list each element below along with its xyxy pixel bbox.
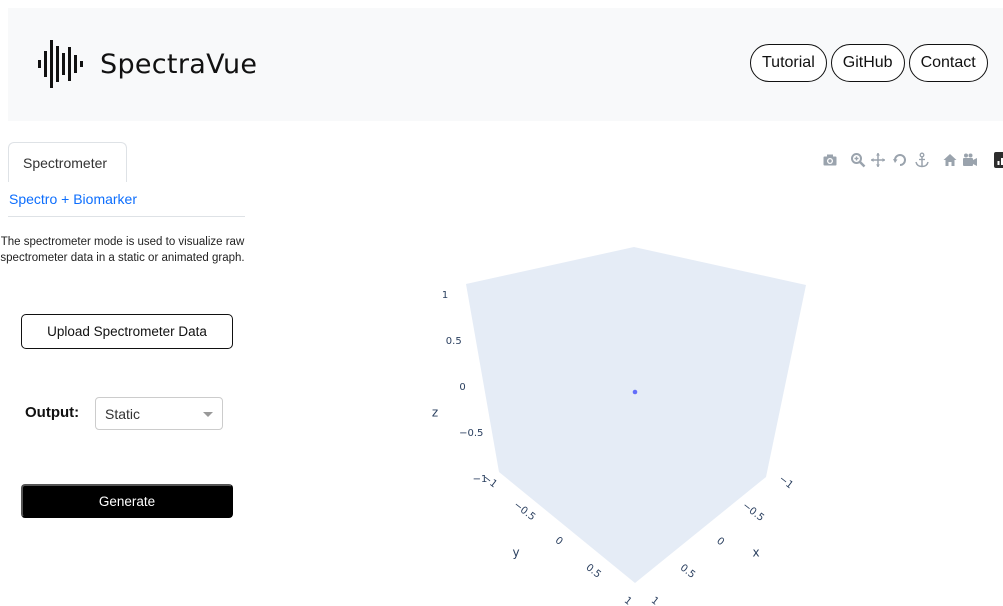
tab-divider <box>8 216 245 217</box>
spectro-3d-plot[interactable]: −1 −0.5 0 0.5 1 −1 −0.5 0 0.5 1 −1 −0.5 0 0.5 1 zyx <box>245 130 1003 606</box>
tab-spectro-biomarker[interactable]: Spectro + Biomarker <box>8 184 137 214</box>
navbar: SpectraVue Tutorial GitHub Contact <box>8 8 1003 121</box>
upload-data-button[interactable]: Upload Spectrometer Data <box>21 314 233 349</box>
contact-button[interactable]: Contact <box>908 44 988 82</box>
x-axis-title: x <box>752 546 759 560</box>
mode-description: The spectrometer mode is used to visuali… <box>0 236 245 264</box>
z-tick-label: −0.5 <box>459 428 483 439</box>
x-tick-label: 0 <box>714 536 726 549</box>
output-select[interactable]: Static <box>95 397 223 430</box>
github-button[interactable]: GitHub <box>830 44 905 82</box>
generate-button[interactable]: Generate <box>21 484 233 518</box>
brand[interactable]: SpectraVue <box>36 36 257 92</box>
z-tick-label: 0.5 <box>446 336 462 347</box>
scene-background <box>466 247 806 583</box>
y-tick-label: −0.5 <box>511 500 537 524</box>
z-tick-label: 1 <box>442 290 448 301</box>
y-tick-label: 0.5 <box>584 562 603 580</box>
output-label: Output: <box>25 404 80 421</box>
x-tick-label: 1 <box>649 595 661 606</box>
tab-spectrometer[interactable]: Spectrometer <box>8 142 127 182</box>
data-point[interactable] <box>632 389 638 395</box>
x-tick-label: −1 <box>776 474 794 492</box>
app-title: SpectraVue <box>100 48 258 80</box>
output-select-value: Static <box>105 405 141 422</box>
z-axis-title: z <box>432 406 438 420</box>
chart-svg[interactable]: −1−0.500.51−1−0.500.51−1−0.500.51 zy x <box>245 130 1003 606</box>
y-axis-title: y <box>512 546 519 560</box>
y-tick-label: 0 <box>553 535 565 548</box>
y-tick-label: 1 <box>622 595 634 606</box>
x-tick-label: −0.5 <box>740 500 766 524</box>
chevron-down-icon <box>203 412 213 417</box>
z-tick-label: 0 <box>459 382 465 393</box>
waveform-icon <box>38 40 83 88</box>
x-tick-label: 0.5 <box>678 562 697 580</box>
nav-links: Tutorial GitHub Contact <box>750 44 988 82</box>
mode-tabs: Spectrometer Spectro + Biomarker <box>0 142 245 217</box>
tutorial-button[interactable]: Tutorial <box>750 44 827 82</box>
